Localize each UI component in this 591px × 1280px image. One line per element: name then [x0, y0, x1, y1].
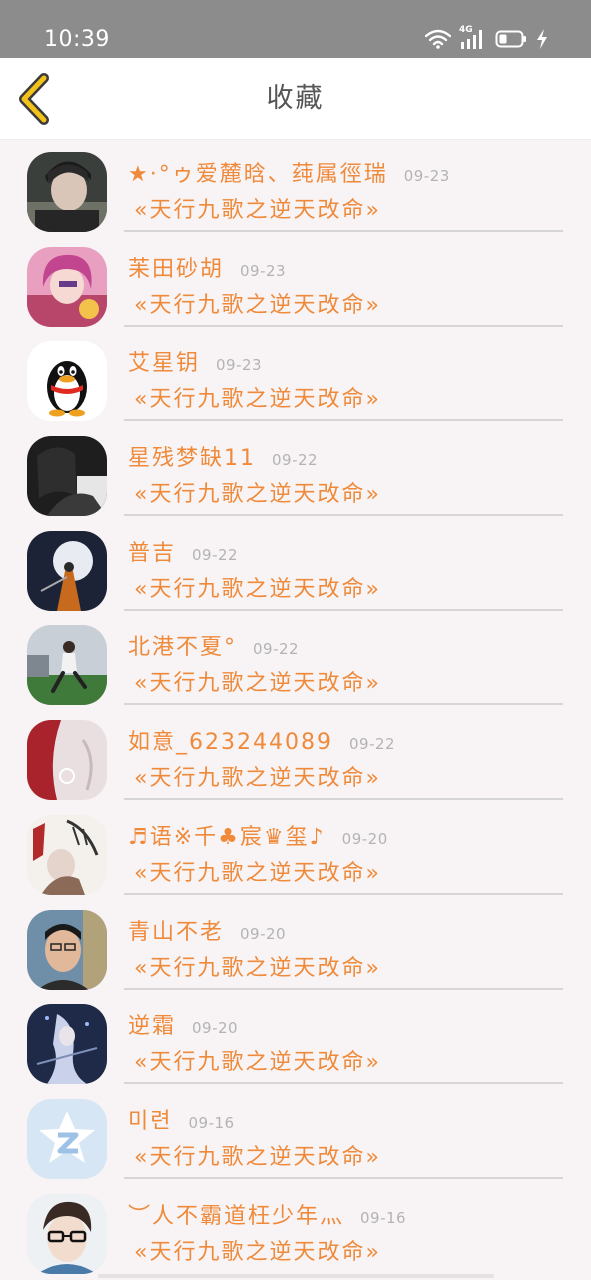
header: 收藏 — [0, 58, 591, 140]
item-date: 09-23 — [403, 167, 450, 185]
user-name: ♬语※千♣宸♛玺♪ — [128, 824, 326, 850]
list-item[interactable]: 苿田砂胡 09-23 «天行九歌之逆天改命» — [0, 235, 591, 330]
list-item[interactable]: 北港不夏° 09-22 «天行九歌之逆天改命» — [0, 613, 591, 708]
user-name: 艾星钥 — [128, 351, 201, 377]
user-name: 逆霜 — [128, 1014, 177, 1040]
list-item[interactable]: 미련 09-16 «天行九歌之逆天改命» — [0, 1087, 591, 1182]
favorites-list: ★·°ゥ爱麓晗、莼属徑瑞 09-23 «天行九歌之逆天改命» 苿田砂胡 09-2… — [0, 140, 591, 1276]
divider — [124, 1176, 563, 1179]
divider — [124, 703, 563, 706]
avatar[interactable] — [27, 436, 107, 517]
item-header: ︶人不霸道枉少年灬 09-16 — [128, 1198, 406, 1232]
avatar[interactable] — [27, 341, 107, 422]
work-title[interactable]: «天行九歌之逆天改命» — [134, 287, 381, 319]
divider — [124, 419, 563, 422]
user-name: 青山不老 — [128, 919, 225, 945]
avatar[interactable] — [27, 1193, 107, 1274]
item-date: 09-23 — [216, 356, 263, 375]
status-bar: 10:39 4G — [0, 0, 591, 58]
item-date: 09-22 — [272, 451, 319, 470]
divider — [124, 987, 563, 990]
scroll-indicator — [98, 1274, 494, 1278]
item-date: 09-22 — [348, 735, 396, 754]
work-title[interactable]: «天行九歌之逆天改命» — [134, 1234, 381, 1266]
list-item[interactable]: 如意_623244089 09-22 «天行九歌之逆天改命» — [0, 708, 591, 803]
work-title[interactable]: «天行九歌之逆天改命» — [134, 192, 381, 224]
avatar[interactable] — [27, 720, 107, 801]
item-header: 普吉 09-22 — [128, 535, 238, 569]
item-header: 青山不老 09-20 — [128, 914, 286, 948]
work-title[interactable]: «天行九歌之逆天改命» — [134, 1044, 381, 1076]
work-title[interactable]: «天行九歌之逆天改命» — [134, 950, 381, 982]
avatar[interactable] — [27, 1004, 107, 1085]
avatar[interactable] — [27, 909, 107, 990]
item-header: 미련 09-16 — [128, 1103, 235, 1137]
list-item[interactable]: ★·°ゥ爱麓晗、莼属徑瑞 09-23 «天行九歌之逆天改命» — [0, 140, 591, 235]
user-name: 普吉 — [128, 540, 177, 566]
work-title[interactable]: «天行九歌之逆天改命» — [134, 665, 381, 697]
divider — [124, 324, 563, 327]
work-title[interactable]: «天行九歌之逆天改命» — [134, 476, 381, 508]
list-item[interactable]: 星残梦缺11 09-22 «天行九歌之逆天改命» — [0, 424, 591, 519]
item-header: 艾星钥 09-23 — [128, 345, 262, 379]
avatar[interactable] — [27, 530, 107, 611]
user-name: 미련 — [128, 1108, 173, 1134]
status-icons: 4G — [425, 24, 549, 54]
item-date: 09-16 — [360, 1208, 407, 1227]
divider — [124, 798, 563, 801]
page-title: 收藏 — [266, 83, 325, 114]
work-title[interactable]: «天行九歌之逆天改命» — [134, 855, 381, 887]
item-header: 星残梦缺11 09-22 — [128, 440, 318, 474]
list-item[interactable]: 逆霜 09-20 «天行九歌之逆天改命» — [0, 992, 591, 1087]
avatar[interactable] — [27, 625, 107, 706]
item-date: 09-16 — [188, 1113, 235, 1132]
list-item[interactable]: 艾星钥 09-23 «天行九歌之逆天改命» — [0, 329, 591, 424]
avatar[interactable] — [27, 152, 107, 232]
cellular-signal-icon: 4G — [459, 25, 487, 50]
item-date: 09-20 — [192, 1019, 239, 1038]
item-header: 如意_623244089 09-22 — [128, 724, 395, 758]
divider — [124, 230, 563, 232]
item-date: 09-22 — [192, 545, 239, 564]
user-name: 如意_623244089 — [128, 730, 333, 756]
user-name: ︶人不霸道枉少年灬 — [128, 1203, 345, 1229]
user-name: ★·°ゥ爱麓晗、莼属徑瑞 — [128, 162, 388, 187]
work-title[interactable]: «天行九歌之逆天改命» — [134, 381, 381, 413]
charging-bolt-icon — [537, 29, 547, 49]
user-name: 星残梦缺11 — [128, 446, 256, 472]
item-header: ♬语※千♣宸♛玺♪ 09-20 — [128, 819, 388, 853]
work-title[interactable]: «天行九歌之逆天改命» — [134, 760, 381, 792]
item-date: 09-23 — [240, 261, 287, 280]
item-date: 09-20 — [341, 829, 388, 848]
divider — [124, 514, 563, 517]
list-item[interactable]: ︶人不霸道枉少年灬 09-16 «天行九歌之逆天改命» — [0, 1182, 591, 1277]
battery-icon — [495, 30, 526, 48]
item-date: 09-20 — [240, 924, 287, 943]
divider — [124, 892, 563, 895]
avatar[interactable] — [27, 1098, 107, 1179]
status-time: 10:39 — [44, 27, 110, 52]
work-title[interactable]: «天行九歌之逆天改命» — [134, 571, 381, 603]
list-item[interactable]: 青山不老 09-20 «天行九歌之逆天改命» — [0, 898, 591, 993]
item-date: 09-22 — [253, 640, 300, 659]
divider — [124, 608, 563, 611]
avatar[interactable] — [27, 246, 107, 327]
item-header: 逆霜 09-20 — [128, 1008, 238, 1042]
user-name: 苿田砂胡 — [128, 256, 225, 282]
item-header: ★·°ゥ爱麓晗、莼属徑瑞 09-23 — [128, 156, 450, 190]
list-item[interactable]: 普吉 09-22 «天行九歌之逆天改命» — [0, 519, 591, 614]
list-item[interactable]: ♬语※千♣宸♛玺♪ 09-20 «天行九歌之逆天改命» — [0, 803, 591, 898]
work-title[interactable]: «天行九歌之逆天改命» — [134, 1139, 381, 1171]
user-name: 北港不夏° — [128, 635, 238, 661]
wifi-icon — [425, 29, 451, 49]
divider — [124, 1082, 563, 1085]
avatar[interactable] — [27, 814, 107, 895]
item-header: 北港不夏° 09-22 — [128, 629, 299, 663]
item-header: 苿田砂胡 09-23 — [128, 251, 286, 285]
